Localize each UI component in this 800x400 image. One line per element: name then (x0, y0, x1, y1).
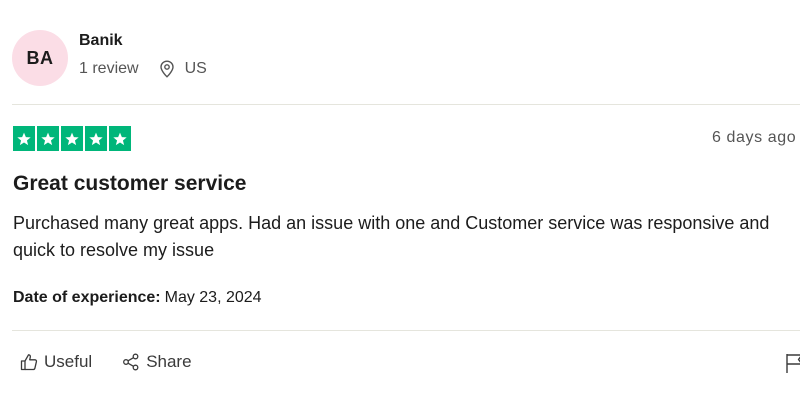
flag-button[interactable] (784, 352, 800, 374)
review-title[interactable]: Great customer service (13, 172, 246, 196)
share-icon (123, 353, 139, 371)
review-card: BA Banik 1 review US 6 days ago Great cu… (0, 0, 800, 400)
review-count: 1 review (79, 60, 139, 77)
thumbs-up-icon (20, 354, 38, 371)
star-icon (61, 126, 83, 151)
review-actions: Useful Share (20, 352, 192, 372)
experience-label: Date of experience: (13, 289, 161, 306)
reviewer-meta: 1 review US (79, 60, 207, 78)
star-icon (13, 126, 35, 151)
share-label: Share (146, 352, 192, 371)
useful-button[interactable]: Useful (20, 352, 92, 372)
star-rating (13, 126, 131, 151)
useful-label: Useful (44, 352, 93, 371)
avatar[interactable]: BA (12, 30, 68, 86)
review-body: Purchased many great apps. Had an issue … (13, 213, 770, 260)
star-icon (85, 126, 107, 151)
experience-date: May 23, 2024 (164, 289, 262, 306)
star-icon (109, 126, 131, 151)
divider (12, 330, 800, 331)
review-date: 6 days ago (712, 129, 797, 146)
star-icon (37, 126, 59, 151)
date-of-experience: Date of experience: May 23, 2024 (13, 289, 262, 307)
share-button[interactable]: Share (122, 352, 192, 372)
reviewer-location: US (184, 60, 207, 77)
flag-icon (786, 354, 800, 373)
reviewer-name[interactable]: Banik (79, 32, 123, 50)
location-pin-icon (159, 60, 175, 78)
divider (12, 104, 800, 105)
